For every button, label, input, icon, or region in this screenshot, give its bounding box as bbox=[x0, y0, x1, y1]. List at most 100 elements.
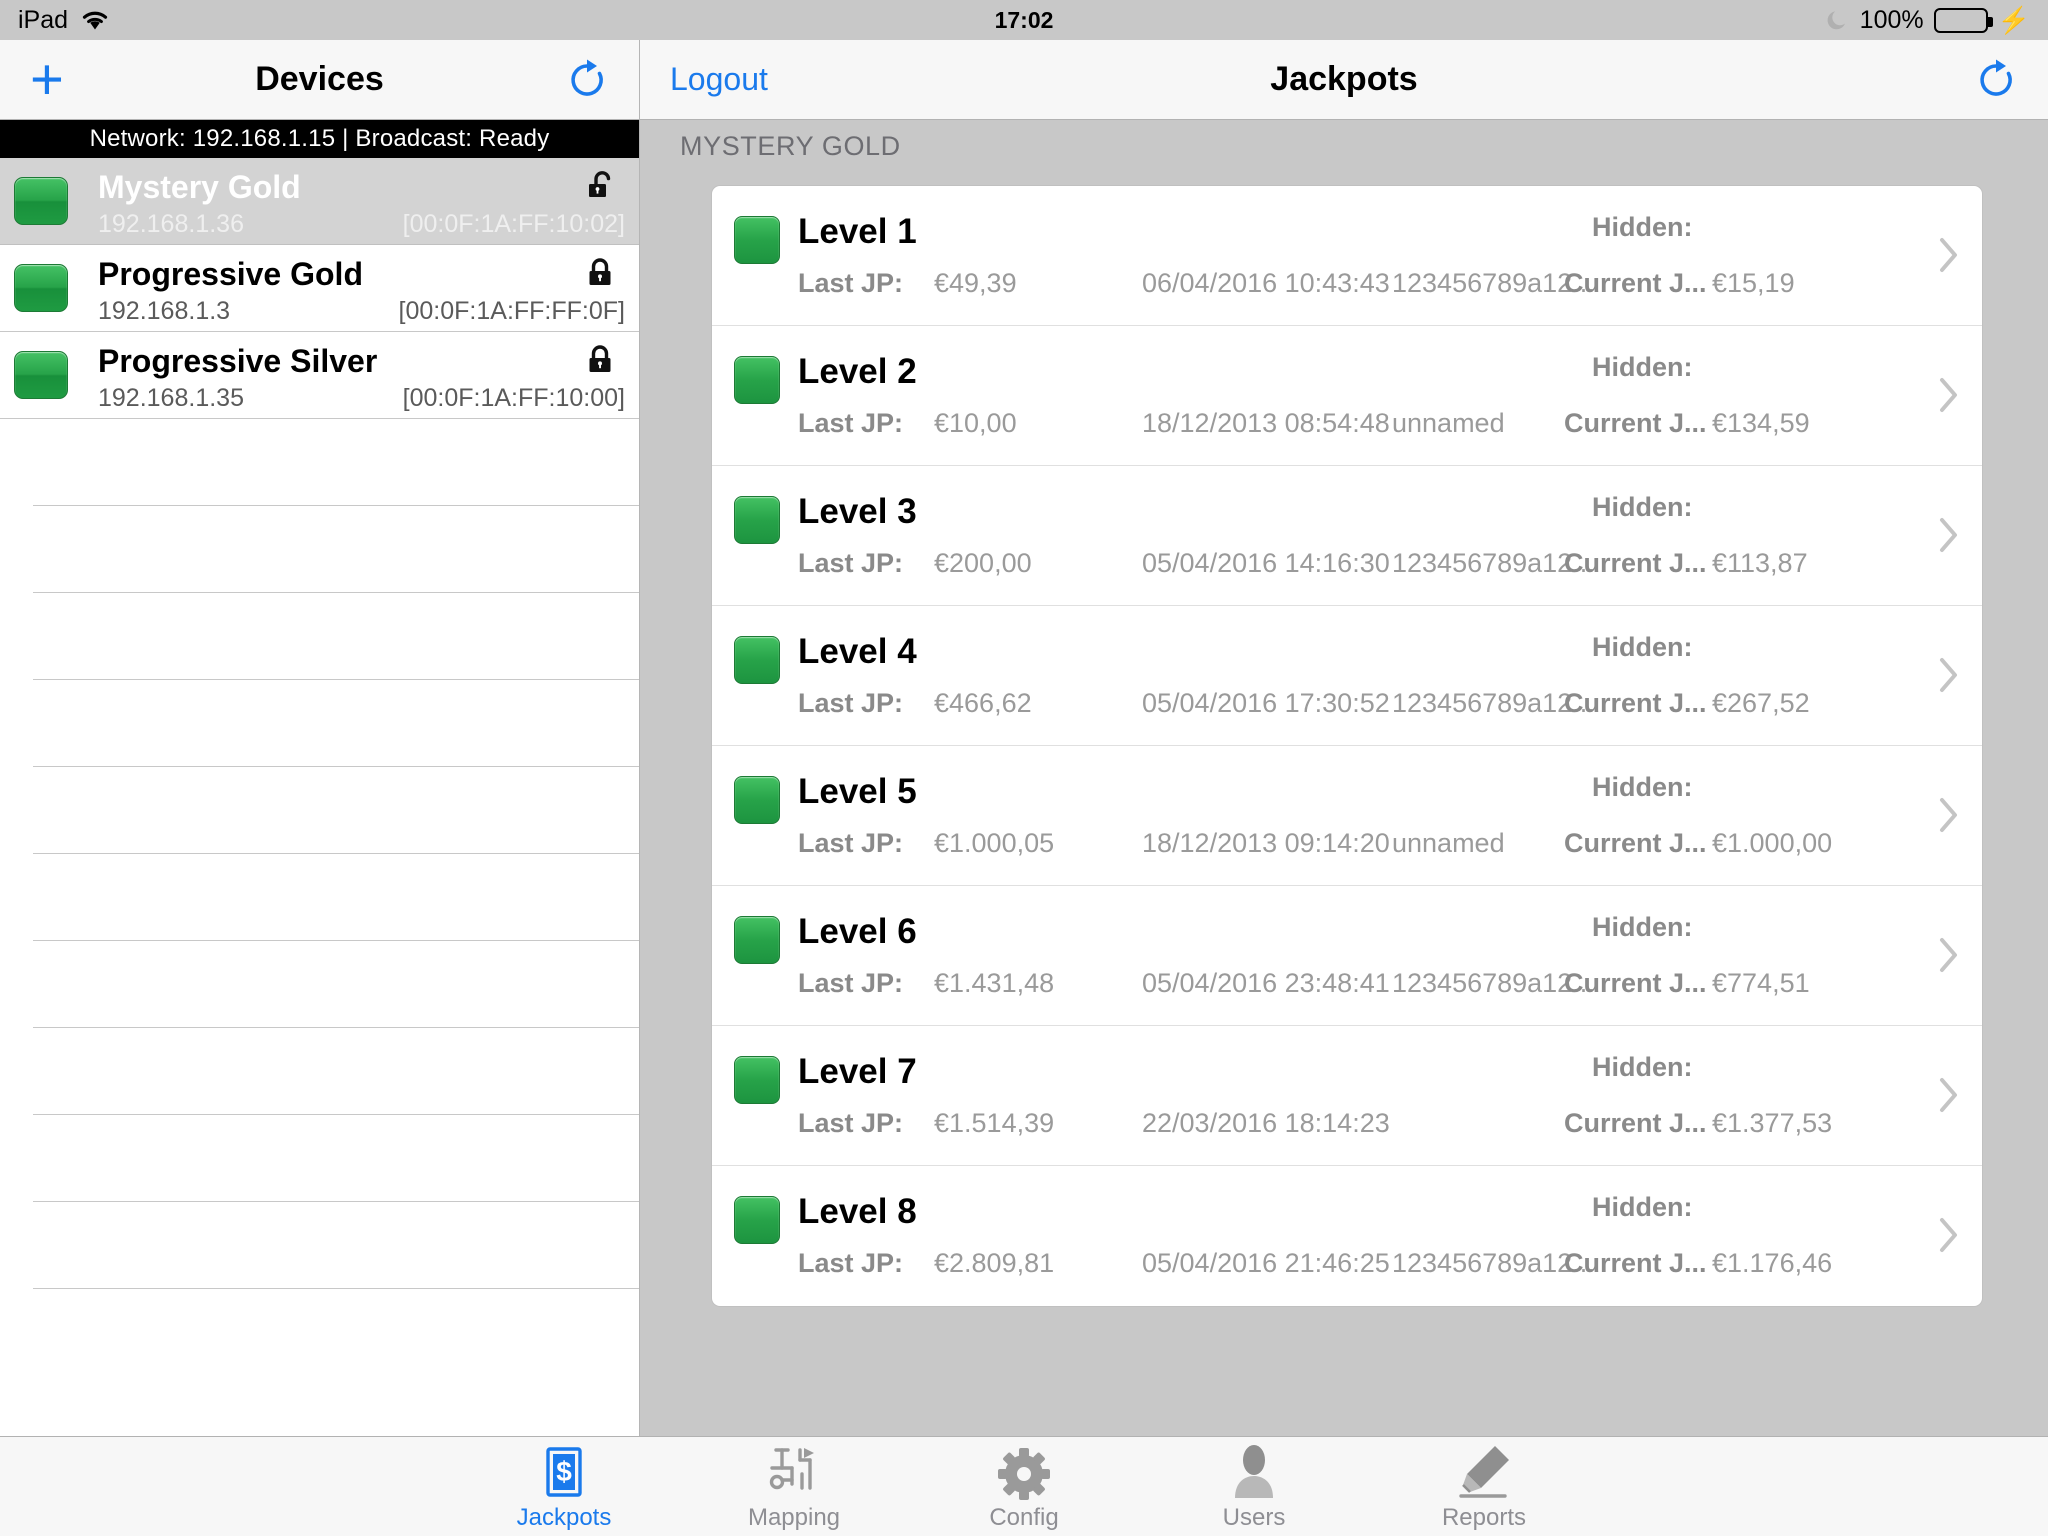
last-jp-value: €1.431,48 bbox=[934, 968, 1055, 998]
empty-row bbox=[33, 941, 639, 1028]
hidden-label: Hidden: bbox=[1592, 912, 1693, 942]
device-row-progressive-gold[interactable]: Progressive Gold 192.168.1.3 [00:0F:1A:F… bbox=[0, 245, 639, 332]
current-jp-label: Current J... bbox=[1564, 408, 1707, 438]
refresh-icon[interactable] bbox=[565, 58, 609, 102]
jackpot-status-indicator bbox=[734, 216, 780, 264]
device-mac: [00:0F:1A:FF:FF:0F] bbox=[398, 297, 625, 325]
fountain-pen-icon[interactable] bbox=[1457, 1442, 1511, 1500]
network-status-banner: Network: 192.168.1.15 | Broadcast: Ready bbox=[0, 120, 639, 158]
unlock-icon bbox=[587, 170, 615, 204]
jackpot-timestamp: 18/12/2013 09:14:20 bbox=[1142, 828, 1390, 858]
tab-users[interactable]: Users bbox=[1164, 1442, 1344, 1532]
devices-refresh-button[interactable] bbox=[565, 58, 609, 102]
device-list: Mystery Gold 192.168.1.36 [00:0F:1A:FF:1… bbox=[0, 158, 639, 1536]
current-jp-value: €267,52 bbox=[1712, 688, 1810, 718]
jackpot-timestamp: 05/04/2016 17:30:52 bbox=[1142, 688, 1390, 718]
jackpots-title: Jackpots bbox=[1270, 60, 1418, 98]
empty-row bbox=[33, 419, 639, 506]
jackpot-level: Level 5 bbox=[798, 772, 917, 811]
tab-bar-items: $ Jackpots Mapping Config Users Reports bbox=[474, 1442, 1574, 1532]
device-name: Progressive Gold bbox=[98, 256, 363, 292]
jackpot-status-indicator bbox=[734, 496, 780, 544]
jackpot-row[interactable]: Level 5 Last JP: €1.000,05 18/12/2013 09… bbox=[712, 746, 1982, 886]
tab-label: Users bbox=[1222, 1503, 1286, 1531]
dollar-bill-icon[interactable]: $ bbox=[541, 1442, 587, 1500]
last-jp-label: Last JP: bbox=[798, 968, 904, 998]
device-status-indicator bbox=[14, 351, 68, 399]
device-status-indicator bbox=[14, 177, 68, 225]
jackpot-row[interactable]: Level 3 Last JP: €200,00 05/04/2016 14:1… bbox=[712, 466, 1982, 606]
plus-icon[interactable]: + bbox=[30, 50, 64, 108]
lock-icon bbox=[587, 257, 615, 291]
current-jp-label: Current J... bbox=[1564, 1248, 1707, 1278]
current-jp-label: Current J... bbox=[1564, 688, 1707, 718]
tab-reports[interactable]: Reports bbox=[1394, 1442, 1574, 1532]
jackpot-status-indicator bbox=[734, 356, 780, 404]
add-device-button[interactable]: + bbox=[30, 50, 64, 108]
chevron-right-icon bbox=[1938, 656, 1960, 694]
jackpot-player-id: unnamed bbox=[1392, 828, 1505, 858]
tab-label: Reports bbox=[1441, 1503, 1527, 1531]
tab-config[interactable]: Config bbox=[934, 1442, 1114, 1532]
tab-mapping[interactable]: Mapping bbox=[704, 1442, 884, 1532]
jackpots-pane: Logout Jackpots MYSTERY GOLD Level 1 Las… bbox=[640, 40, 2048, 1536]
mapping-flow-icon[interactable] bbox=[766, 1442, 822, 1500]
jackpots-refresh-button[interactable] bbox=[1974, 58, 2018, 102]
devices-title: Devices bbox=[255, 60, 384, 98]
jackpot-row[interactable]: Level 7 Last JP: €1.514,39 22/03/2016 18… bbox=[712, 1026, 1982, 1166]
empty-row bbox=[33, 593, 639, 680]
jackpot-row[interactable]: Level 6 Last JP: €1.431,48 05/04/2016 23… bbox=[712, 886, 1982, 1026]
jackpot-timestamp: 05/04/2016 14:16:30 bbox=[1142, 548, 1390, 578]
jackpot-status-indicator bbox=[734, 776, 780, 824]
chevron-right-icon bbox=[1938, 376, 1960, 414]
jackpot-timestamp: 05/04/2016 23:48:41 bbox=[1142, 968, 1390, 998]
logout-label[interactable]: Logout bbox=[670, 61, 768, 98]
jackpot-timestamp: 06/04/2016 10:43:43 bbox=[1142, 268, 1390, 298]
tab-jackpots[interactable]: $ Jackpots bbox=[474, 1442, 654, 1532]
devices-pane: + Devices Network: 192.168.1.15 | Broadc… bbox=[0, 40, 640, 1536]
jackpot-level: Level 1 bbox=[798, 212, 917, 251]
empty-row bbox=[33, 1115, 639, 1202]
jackpot-level: Level 2 bbox=[798, 352, 917, 391]
jackpot-row[interactable]: Level 8 Last JP: €2.809,81 05/04/2016 21… bbox=[712, 1166, 1982, 1306]
jackpot-level: Level 6 bbox=[798, 912, 917, 951]
empty-row bbox=[33, 854, 639, 941]
current-jp-value: €1.377,53 bbox=[1712, 1108, 1833, 1138]
jackpot-row[interactable]: Level 2 Last JP: €10,00 18/12/2013 08:54… bbox=[712, 326, 1982, 466]
last-jp-label: Last JP: bbox=[798, 408, 904, 438]
current-jp-value: €113,87 bbox=[1712, 548, 1808, 578]
hidden-label: Hidden: bbox=[1592, 212, 1693, 242]
jackpot-row[interactable]: Level 1 Last JP: €49,39 06/04/2016 10:43… bbox=[712, 186, 1982, 326]
device-row-progressive-silver[interactable]: Progressive Silver 192.168.1.35 [00:0F:1… bbox=[0, 332, 639, 419]
empty-row bbox=[33, 680, 639, 767]
empty-device-rows bbox=[0, 419, 639, 1289]
hidden-label: Hidden: bbox=[1592, 772, 1693, 802]
current-jp-label: Current J... bbox=[1564, 1108, 1707, 1138]
current-jp-value: €774,51 bbox=[1712, 968, 1810, 998]
last-jp-label: Last JP: bbox=[798, 688, 904, 718]
chevron-right-icon bbox=[1938, 936, 1960, 974]
empty-row bbox=[33, 767, 639, 854]
last-jp-value: €49,39 bbox=[934, 268, 1017, 298]
logout-button[interactable]: Logout bbox=[670, 61, 768, 98]
user-person-icon[interactable] bbox=[1231, 1442, 1277, 1500]
lock-icon bbox=[587, 344, 615, 378]
device-ip: 192.168.1.35 bbox=[98, 384, 244, 412]
status-bar-clock: 17:02 bbox=[994, 6, 1054, 33]
last-jp-value: €1.000,05 bbox=[934, 828, 1055, 858]
jackpot-status-indicator bbox=[734, 636, 780, 684]
device-ip: 192.168.1.3 bbox=[98, 297, 231, 325]
gear-icon[interactable] bbox=[998, 1442, 1050, 1500]
jackpot-player-id: unnamed bbox=[1392, 408, 1505, 438]
jackpot-row[interactable]: Level 4 Last JP: €466,62 05/04/2016 17:3… bbox=[712, 606, 1982, 746]
jackpot-status-indicator bbox=[734, 1196, 780, 1244]
section-header: MYSTERY GOLD bbox=[640, 120, 2048, 172]
device-name: Mystery Gold bbox=[98, 169, 301, 205]
jackpot-status-indicator bbox=[734, 916, 780, 964]
device-row-mystery-gold[interactable]: Mystery Gold 192.168.1.36 [00:0F:1A:FF:1… bbox=[0, 158, 639, 245]
current-jp-value: €1.176,46 bbox=[1712, 1248, 1833, 1278]
svg-text:$: $ bbox=[556, 1456, 572, 1487]
empty-row bbox=[33, 1028, 639, 1115]
refresh-icon[interactable] bbox=[1974, 58, 2018, 102]
jackpot-timestamp: 18/12/2013 08:54:48 bbox=[1142, 408, 1390, 438]
